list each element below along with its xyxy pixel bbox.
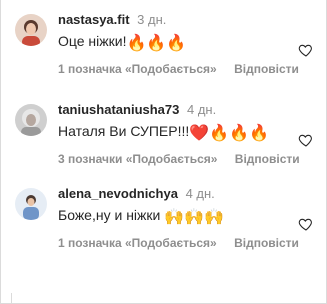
comment-text: Оце ніжки!🔥🔥🔥 (58, 31, 286, 53)
avatar[interactable] (15, 104, 47, 136)
heart-outline-icon[interactable] (298, 42, 314, 58)
likes-count-link[interactable]: 1 позначка «Подобається» (58, 62, 217, 76)
heart-outline-icon[interactable] (298, 216, 314, 232)
comment-text-body: Наталя Ви СУПЕР!!! (58, 123, 190, 139)
avatar-image (15, 188, 47, 220)
divider (11, 293, 19, 303)
comment-text: Боже,ну и ніжки 🙌🙌🙌 (58, 205, 286, 227)
avatar-image (15, 104, 47, 136)
comment-emoji: 🔥🔥🔥 (126, 35, 187, 52)
comment-emoji: ❤️🔥🔥🔥 (189, 125, 269, 142)
likes-count-link[interactable]: 1 позначка «Подобається» (58, 236, 217, 250)
comment-time[interactable]: 4 дн. (186, 186, 215, 201)
comments-panel: nastasya.fit 3 дн. Оце ніжки!🔥🔥🔥 1 позна… (0, 0, 327, 304)
comment-username[interactable]: alena_nevodnichya (58, 186, 178, 201)
comment-emoji: 🙌🙌🙌 (164, 209, 224, 226)
reply-button[interactable]: Відповісти (235, 152, 300, 166)
comment-text-body: Боже,ну и ніжки (58, 207, 161, 223)
avatar[interactable] (15, 188, 47, 220)
reply-button[interactable]: Відповісти (234, 62, 299, 76)
comment-text: Наталя Ви СУПЕР!!!❤️🔥🔥🔥 (58, 121, 286, 143)
likes-count-link[interactable]: 3 позначки «Подобається» (58, 152, 217, 166)
comment-text-body: Оце ніжки! (58, 33, 127, 49)
reply-button[interactable]: Відповісти (234, 236, 299, 250)
comment-time[interactable]: 3 дн. (137, 12, 166, 27)
comment-time[interactable]: 4 дн. (187, 102, 216, 117)
avatar-image (15, 14, 47, 46)
comment-username[interactable]: nastasya.fit (58, 12, 130, 27)
comment-username[interactable]: taniushataniusha73 (58, 102, 179, 117)
heart-outline-icon[interactable] (298, 132, 314, 148)
avatar[interactable] (15, 14, 47, 46)
